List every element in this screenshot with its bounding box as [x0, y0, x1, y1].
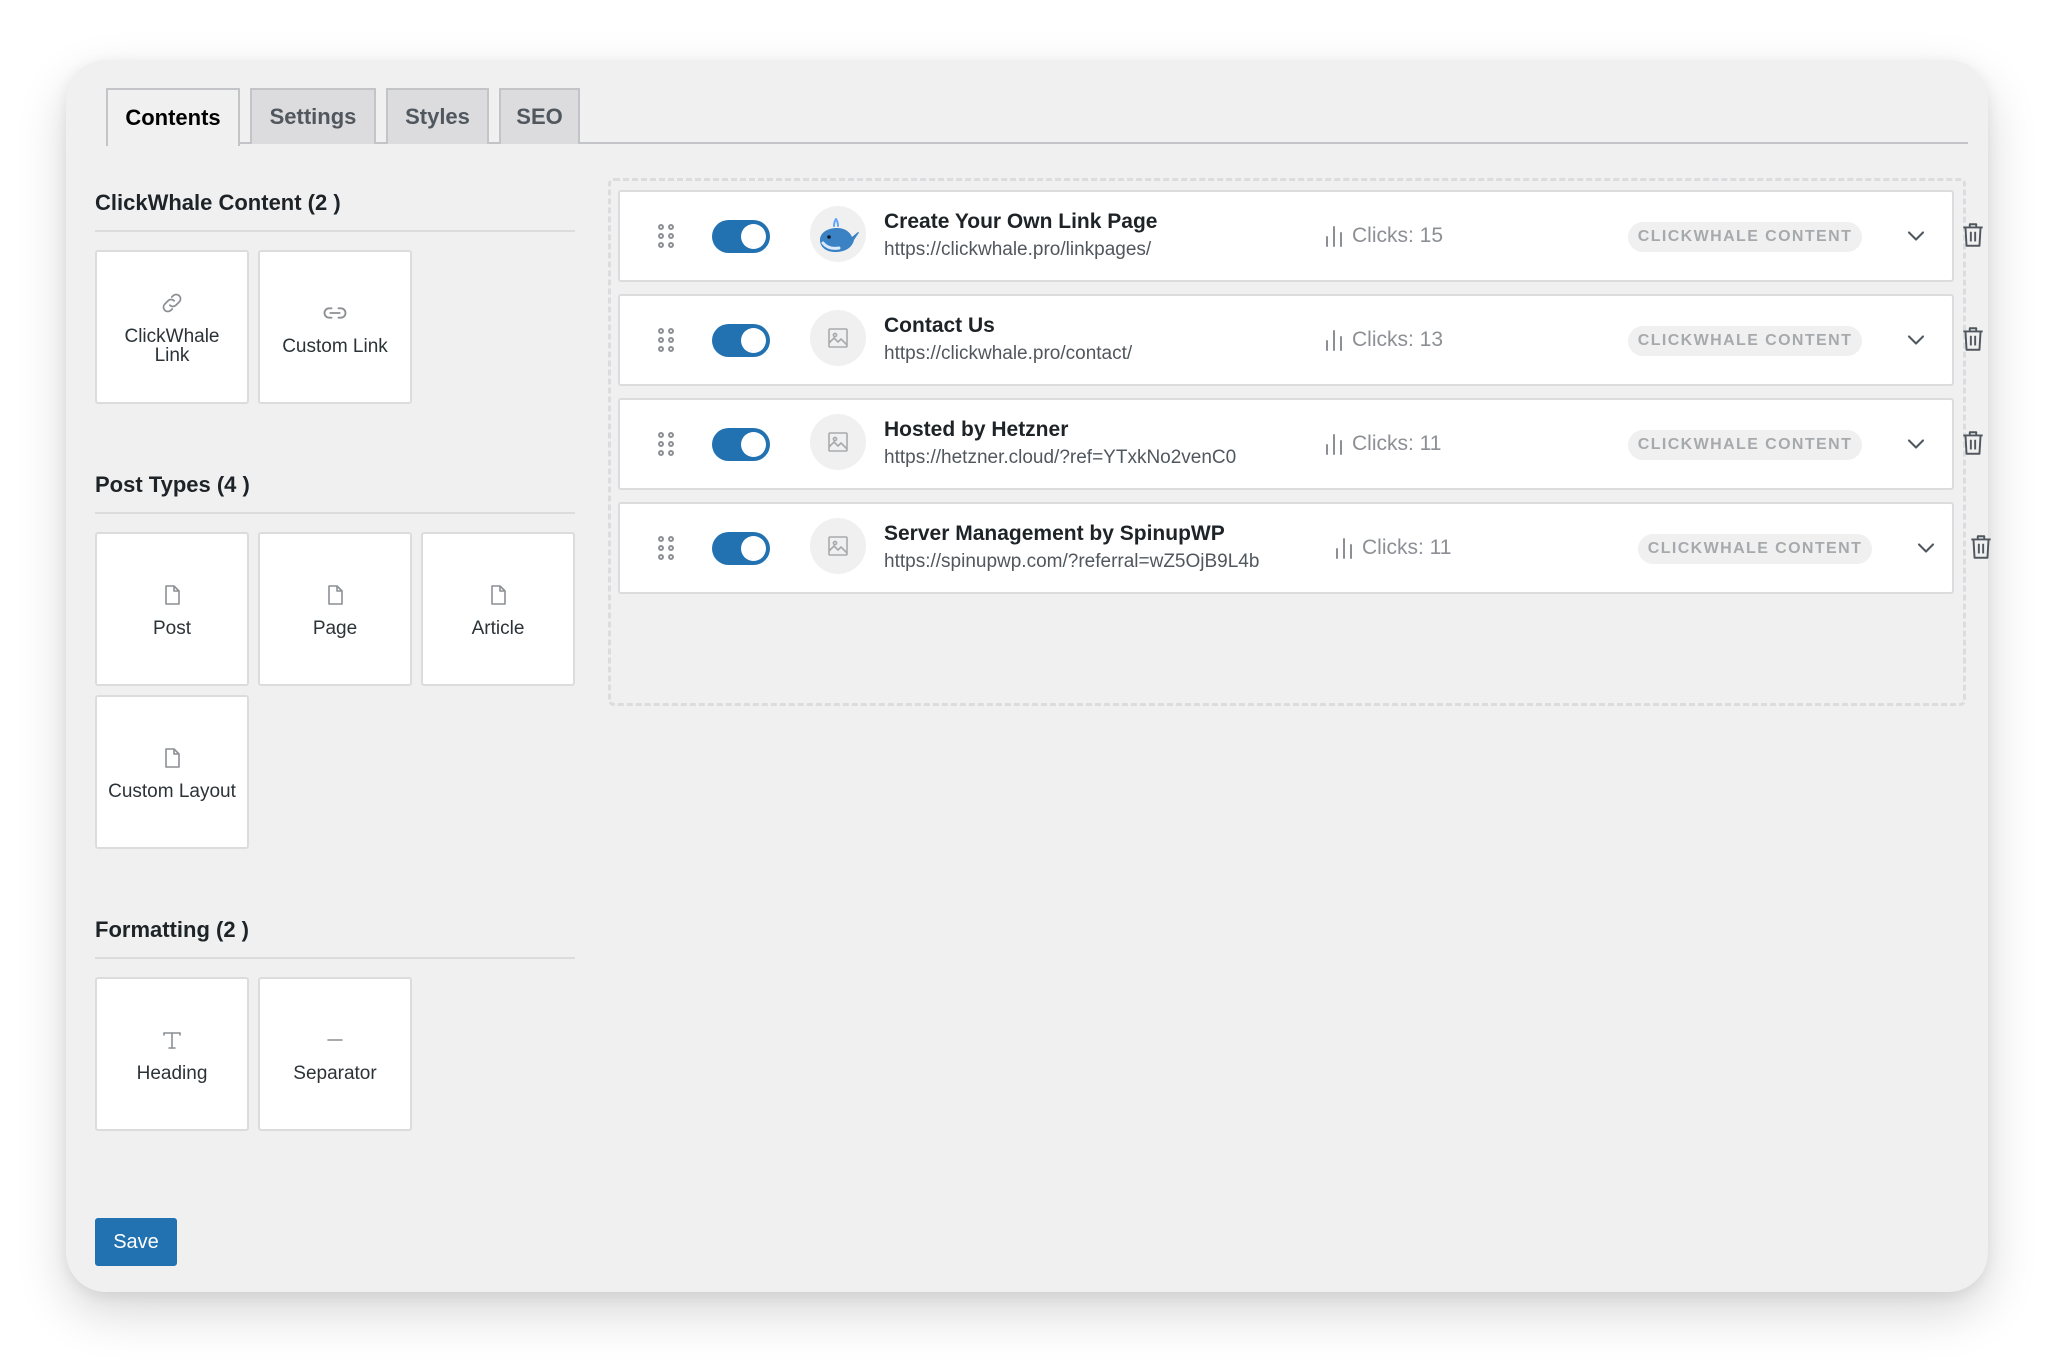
section-title-post-types: Post Types (4 ): [95, 472, 575, 514]
trash-icon[interactable]: [1960, 221, 1988, 251]
chevron-down-icon[interactable]: [1902, 430, 1930, 458]
link-row[interactable]: Create Your Own Link Page https://clickw…: [618, 190, 1983, 282]
document-icon: [158, 581, 186, 609]
clicks-count: Clicks: 15: [1352, 224, 1444, 247]
clicks-count: Clicks: 11: [1362, 536, 1452, 559]
document-icon: [321, 581, 349, 609]
link-row[interactable]: Server Management by SpinupWP https://sp…: [618, 502, 1991, 594]
link-title: Hosted by Hetzner: [884, 418, 1069, 441]
bar-chart-icon: [1326, 226, 1342, 247]
chevron-down-icon[interactable]: [1902, 222, 1930, 250]
clicks-count: Clicks: 13: [1352, 328, 1444, 351]
chevron-down-icon[interactable]: [1902, 326, 1930, 354]
link-url: https://clickwhale.pro/linkpages/: [884, 239, 1152, 260]
chevron-down-icon[interactable]: [1912, 534, 1940, 562]
bar-chart-icon: [1336, 538, 1352, 559]
tile-label: Separator: [293, 1062, 377, 1084]
document-icon: [484, 581, 512, 609]
tile-page[interactable]: Page: [258, 532, 412, 686]
link-title: Create Your Own Link Page: [884, 210, 1158, 233]
tile-heading[interactable]: Heading: [95, 977, 249, 1131]
tile-clickwhale-link[interactable]: ClickWhale Link: [95, 250, 249, 404]
clicks-stat: Clicks: 11: [1324, 432, 1441, 456]
trash-icon[interactable]: [1960, 429, 1988, 459]
section-title-clickwhale-content: ClickWhale Content (2 ): [95, 190, 575, 232]
bar-chart-icon: [1326, 434, 1342, 455]
tile-custom-link[interactable]: Custom Link: [258, 250, 412, 404]
link-url: https://spinupwp.com/?referral=wZ5OjB9L4…: [884, 551, 1260, 572]
drag-handle-icon[interactable]: [658, 432, 676, 458]
clicks-count: Clicks: 11: [1352, 432, 1442, 455]
content-type-badge: CLICKWHALE CONTENT: [1638, 534, 1872, 564]
tile-label: ClickWhale Link: [124, 326, 220, 366]
tile-article[interactable]: Article: [421, 532, 575, 686]
image-placeholder-icon: [810, 518, 866, 574]
tab-contents[interactable]: Contents: [106, 88, 240, 146]
link-url: https://clickwhale.pro/contact/: [884, 343, 1133, 364]
tab-settings[interactable]: Settings: [250, 88, 376, 144]
section-title-formatting: Formatting (2 ): [95, 917, 575, 959]
editor-panel: Contents Settings Styles SEO ClickWhale …: [66, 60, 1991, 1292]
tile-custom-layout[interactable]: Custom Layout: [95, 695, 249, 849]
tab-styles[interactable]: Styles: [386, 88, 489, 144]
link-row[interactable]: Contact Us https://clickwhale.pro/contac…: [618, 294, 1983, 386]
tile-label: Heading: [136, 1062, 208, 1084]
enable-toggle[interactable]: [712, 220, 770, 253]
enable-toggle[interactable]: [712, 532, 770, 565]
chain-link-icon: [321, 299, 349, 327]
clicks-stat: Clicks: 13: [1324, 328, 1443, 352]
clicks-stat: Clicks: 15: [1324, 224, 1443, 248]
image-placeholder-icon: [810, 414, 866, 470]
enable-toggle[interactable]: [712, 324, 770, 357]
tile-post[interactable]: Post: [95, 532, 249, 686]
tile-label: Post: [152, 617, 192, 639]
separator-dash-icon: [321, 1026, 349, 1054]
enable-toggle[interactable]: [712, 428, 770, 461]
trash-icon[interactable]: [1960, 325, 1988, 355]
trash-icon[interactable]: [1968, 533, 1996, 563]
document-icon: [158, 744, 186, 772]
clicks-stat: Clicks: 11: [1334, 536, 1451, 560]
content-type-badge: CLICKWHALE CONTENT: [1628, 222, 1862, 252]
tab-bar: Contents Settings Styles SEO: [106, 88, 1968, 146]
tile-separator[interactable]: Separator: [258, 977, 412, 1131]
content-type-badge: CLICKWHALE CONTENT: [1628, 326, 1862, 356]
tab-seo[interactable]: SEO: [499, 88, 580, 144]
drag-handle-icon[interactable]: [658, 536, 676, 562]
link-url: https://hetzner.cloud/?ref=YTxkNo2venC0: [884, 447, 1237, 468]
image-placeholder-icon: [810, 310, 866, 366]
content-type-badge: CLICKWHALE CONTENT: [1628, 430, 1862, 460]
link-icon: [158, 289, 186, 317]
drag-handle-icon[interactable]: [658, 224, 676, 250]
tile-label: Page: [312, 617, 358, 639]
link-title: Contact Us: [884, 314, 995, 337]
tile-label: Custom Layout: [108, 780, 236, 802]
tile-label: Custom Link: [282, 335, 388, 357]
bar-chart-icon: [1326, 330, 1342, 351]
whale-logo-icon: [810, 206, 866, 262]
link-title: Server Management by SpinupWP: [884, 522, 1225, 545]
link-row[interactable]: Hosted by Hetzner https://hetzner.cloud/…: [618, 398, 1983, 490]
save-button[interactable]: Save: [95, 1218, 177, 1266]
tile-label: Article: [471, 617, 525, 639]
heading-t-icon: [158, 1026, 186, 1054]
drag-handle-icon[interactable]: [658, 328, 676, 354]
